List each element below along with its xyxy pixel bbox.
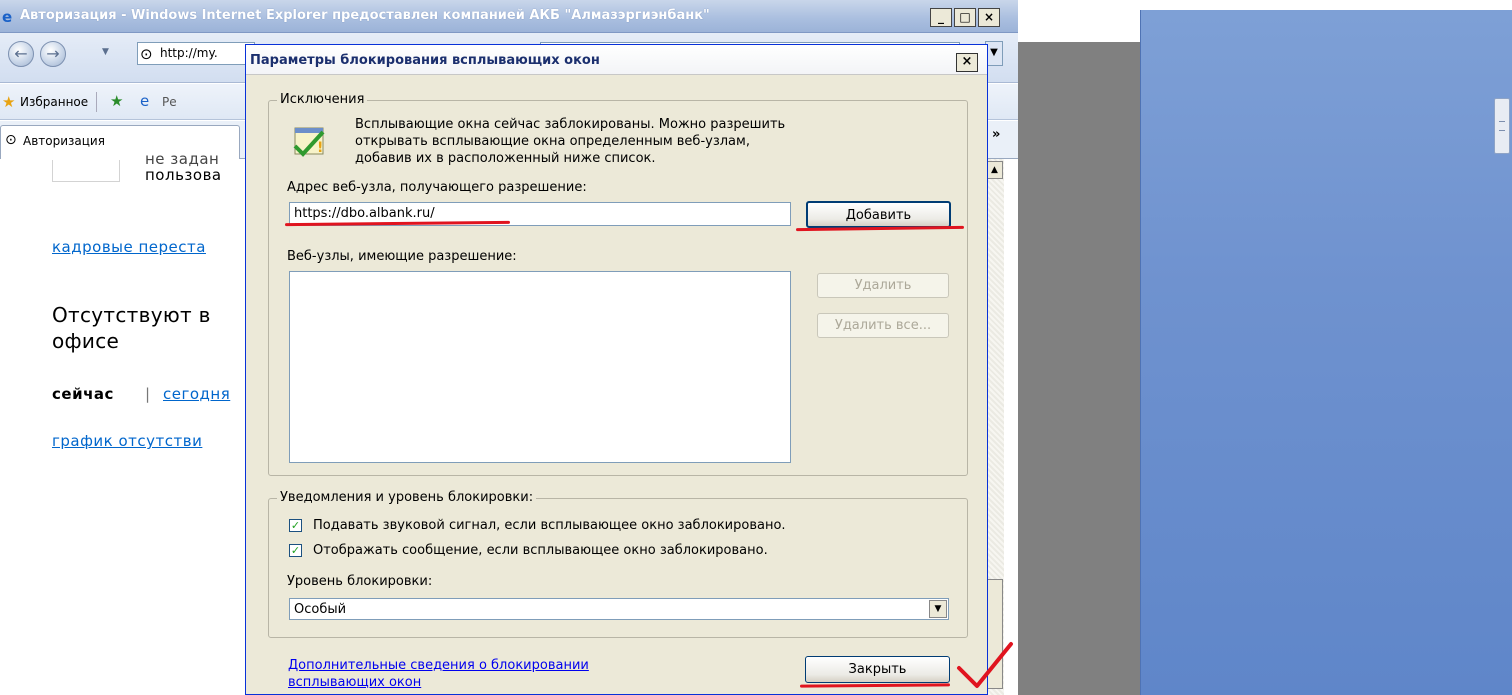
user-avatar bbox=[52, 160, 120, 182]
address-label: Адрес веб-узла, получающего разрешение: bbox=[287, 180, 587, 195]
remove-button[interactable]: Удалить bbox=[817, 273, 949, 298]
now-label: сейчас bbox=[52, 385, 114, 403]
ie-window-title: Авторизация - Windows Internet Explorer … bbox=[20, 8, 710, 23]
favorites-item[interactable]: Ре bbox=[162, 95, 177, 109]
exceptions-group: Исключения ! Всплывающие окна сейчас заб… bbox=[268, 92, 968, 476]
address-url: http://my. bbox=[160, 46, 218, 60]
sound-checkbox[interactable]: ✓ bbox=[289, 519, 302, 532]
warning-shield-icon: ! bbox=[293, 127, 325, 157]
ie-page-icon[interactable]: e bbox=[140, 92, 149, 110]
ie-logo-icon: e bbox=[2, 8, 13, 26]
blocking-level-value: Особый bbox=[294, 602, 347, 617]
page-text-line2: пользова bbox=[145, 166, 222, 184]
message-checkbox[interactable]: ✓ bbox=[289, 544, 302, 557]
minimize-button[interactable]: _ bbox=[930, 8, 952, 27]
more-info-link[interactable]: Дополнительные сведения о блокировании в… bbox=[288, 657, 589, 691]
schedule-link[interactable]: график отсутстви bbox=[52, 432, 202, 450]
dialog-close-button[interactable]: × bbox=[956, 53, 978, 72]
remove-all-button[interactable]: Удалить все... bbox=[817, 313, 949, 338]
close-window-button[interactable]: × bbox=[978, 8, 1000, 27]
favorites-star-icon[interactable]: ★ bbox=[2, 93, 15, 111]
ie-titlebar: e Авторизация - Windows Internet Explore… bbox=[0, 0, 1018, 33]
history-dropdown-icon[interactable]: ▼ bbox=[102, 47, 109, 57]
info-line3: добавив их в расположенный ниже список. bbox=[355, 151, 656, 166]
forward-button[interactable]: → bbox=[40, 41, 66, 67]
svg-text:!: ! bbox=[317, 140, 323, 156]
dialog-title: Параметры блокирования всплывающих окон bbox=[250, 53, 600, 68]
background-gap bbox=[1018, 0, 1140, 42]
favbar-divider bbox=[96, 92, 97, 112]
absence-heading-line2: офисе bbox=[52, 329, 120, 353]
add-favorite-icon[interactable]: ★ bbox=[110, 92, 123, 110]
message-checkbox-label[interactable]: Отображать сообщение, если всплывающее о… bbox=[313, 543, 768, 558]
desktop-scroll-handle[interactable] bbox=[1494, 98, 1510, 154]
desktop-background bbox=[1140, 10, 1512, 695]
more-info-line2: всплывающих окон bbox=[288, 675, 422, 690]
more-info-line1: Дополнительные сведения о блокировании bbox=[288, 658, 589, 673]
notifications-legend: Уведомления и уровень блокировки: bbox=[277, 490, 537, 505]
chevron-down-icon[interactable]: ▼ bbox=[929, 600, 947, 618]
scroll-up-icon[interactable]: ▲ bbox=[986, 161, 1003, 179]
blocking-level-select[interactable]: Особый ▼ bbox=[289, 598, 949, 620]
dialog-titlebar: Параметры блокирования всплывающих окон … bbox=[246, 45, 987, 75]
add-button[interactable]: Добавить bbox=[806, 201, 951, 228]
popup-blocker-dialog: Параметры блокирования всплывающих окон … bbox=[245, 44, 988, 695]
separator: | bbox=[145, 385, 151, 403]
tab-label: Авторизация bbox=[23, 134, 105, 148]
blocking-level-label: Уровень блокировки: bbox=[287, 574, 433, 589]
annotation-checkmark-icon bbox=[957, 642, 1013, 688]
close-button[interactable]: Закрыть bbox=[805, 656, 950, 683]
more-tabs-icon[interactable]: » bbox=[992, 127, 1000, 142]
page-globe-icon: ⊙ bbox=[140, 45, 153, 63]
maximize-button[interactable]: □ bbox=[954, 8, 976, 27]
address-bar[interactable]: http://my. bbox=[137, 42, 255, 65]
favorites-button[interactable]: Избранное bbox=[20, 95, 88, 109]
tab-globe-icon: ⊙ bbox=[5, 132, 17, 148]
exceptions-legend: Исключения bbox=[277, 92, 368, 107]
absence-heading: Отсутствуют в офисе bbox=[52, 302, 211, 354]
staff-changes-link[interactable]: кадровые переста bbox=[52, 238, 206, 256]
allowed-address-value: https://dbo.albank.ru/ bbox=[294, 206, 435, 221]
back-button[interactable]: ← bbox=[8, 41, 34, 67]
allowed-sites-label: Веб-узлы, имеющие разрешение: bbox=[287, 249, 517, 264]
today-link[interactable]: сегодня bbox=[163, 385, 230, 403]
notifications-group: Уведомления и уровень блокировки: ✓ Пода… bbox=[268, 490, 968, 638]
sound-checkbox-label[interactable]: Подавать звуковой сигнал, если всплывающ… bbox=[313, 518, 786, 533]
allowed-sites-list[interactable] bbox=[289, 271, 791, 463]
info-line2: открывать всплывающие окна определенным … bbox=[355, 134, 750, 149]
absence-heading-line1: Отсутствуют в bbox=[52, 303, 211, 327]
gray-backdrop bbox=[1018, 42, 1140, 695]
info-line1: Всплывающие окна сейчас заблокированы. М… bbox=[355, 117, 786, 132]
